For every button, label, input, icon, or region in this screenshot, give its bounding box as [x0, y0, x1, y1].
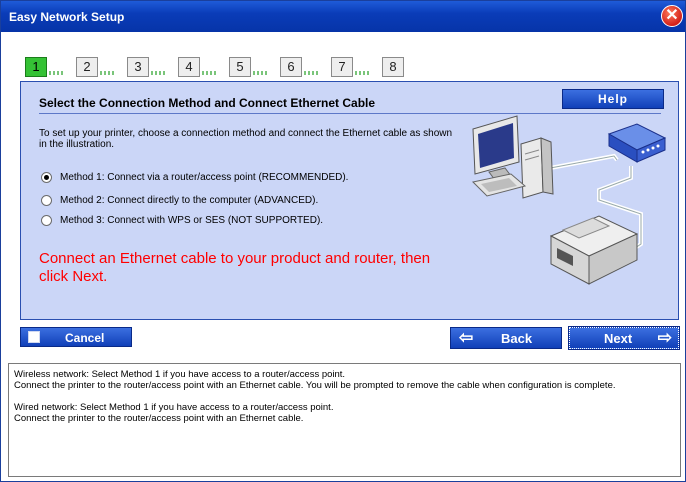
method-2-option[interactable]: Method 2: Connect directly to the comput…	[41, 193, 318, 207]
cancel-label: Cancel	[65, 331, 105, 345]
step-8: 8	[382, 57, 404, 77]
window-title: Easy Network Setup	[9, 10, 125, 24]
back-button[interactable]: ⇦ Back	[450, 327, 562, 349]
info-text: Wireless network: Select Method 1 if you…	[14, 369, 616, 435]
back-label: Back	[501, 331, 533, 346]
wireless-line-2: Connect the printer to the router/access…	[14, 380, 616, 391]
network-illustration	[471, 115, 667, 285]
step-7: 7	[331, 57, 353, 77]
cancel-checkbox-icon	[28, 331, 40, 343]
step-1: 1	[25, 57, 47, 77]
method-2-label: Method 2: Connect directly to the comput…	[60, 194, 319, 206]
close-button[interactable]: ✕	[661, 5, 683, 27]
method-1-option[interactable]: Method 1: Connect via a router/access po…	[41, 170, 348, 184]
printer-icon	[549, 215, 639, 285]
panel-heading: Select the Connection Method and Connect…	[39, 96, 376, 110]
wireless-line-1: Wireless network: Select Method 1 if you…	[14, 369, 346, 380]
method-2-radio[interactable]	[41, 194, 52, 206]
step-dots	[151, 71, 165, 75]
connection-panel: Select the Connection Method and Connect…	[20, 81, 679, 320]
arrow-right-icon: ⇨	[657, 328, 672, 347]
router-icon	[607, 123, 667, 163]
step-5: 5	[229, 57, 251, 77]
step-dots	[304, 71, 318, 75]
wired-line-1: Wired network: Select Method 1 if you ha…	[14, 402, 334, 413]
keyboard-icon	[471, 173, 527, 197]
method-3-option[interactable]: Method 3: Connect with WPS or SES (NOT S…	[41, 213, 323, 227]
wired-line-2: Connect the printer to the router/access…	[14, 413, 304, 424]
method-1-radio[interactable]	[41, 171, 52, 183]
step-4: 4	[178, 57, 200, 77]
navigation-bar: Cancel ⇦ Back Next ⇨	[20, 326, 680, 350]
step-2: 2	[76, 57, 98, 77]
setup-window: Easy Network Setup ✕ 1 2 3 4 5 6 7 8 Sel…	[0, 0, 686, 482]
step-dots	[355, 71, 369, 75]
arrow-left-icon: ⇦	[459, 328, 474, 347]
info-box: Wireless network: Select Method 1 if you…	[8, 363, 681, 477]
intro-text: To set up your printer, choose a connect…	[39, 128, 453, 150]
step-dots	[100, 71, 114, 75]
step-6: 6	[280, 57, 302, 77]
method-3-radio[interactable]	[41, 214, 52, 226]
title-bar: Easy Network Setup ✕	[1, 1, 685, 32]
cancel-button[interactable]: Cancel	[20, 327, 132, 347]
method-3-label: Method 3: Connect with WPS or SES (NOT S…	[60, 214, 324, 226]
step-dots	[253, 71, 267, 75]
computer-monitor-icon	[472, 115, 520, 181]
step-3: 3	[127, 57, 149, 77]
method-1-label: Method 1: Connect via a router/access po…	[60, 171, 349, 183]
step-dots	[49, 71, 63, 75]
connect-instruction: Connect an Ethernet cable to your produc…	[39, 250, 431, 285]
computer-tower-icon	[520, 137, 554, 199]
next-button[interactable]: Next ⇨	[568, 326, 680, 350]
next-label: Next	[604, 331, 633, 346]
step-dots	[202, 71, 216, 75]
